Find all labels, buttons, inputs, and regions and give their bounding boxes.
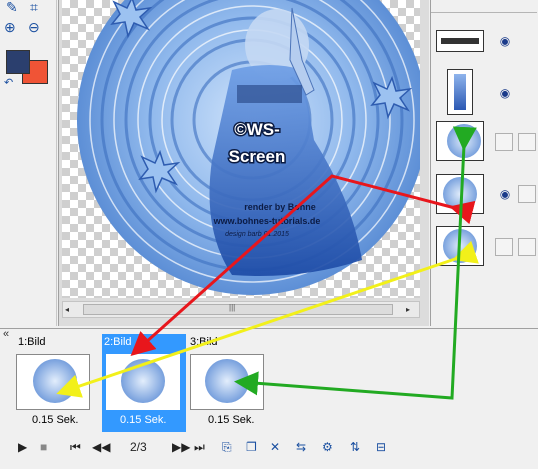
layer-lock-checkbox[interactable] [518, 238, 536, 256]
frame-item-2-selected[interactable]: 2:Bild 0.15 Sek. [102, 334, 186, 432]
frame-delay: 0.15 Sek. [32, 414, 79, 426]
frame-label: 1:Bild [18, 336, 46, 348]
toolbox: ✎ ⌗ ⊕ ⊖ ↶ [0, 0, 57, 326]
frame-thumbnail [190, 354, 264, 410]
layer-visibility-checkbox[interactable] [495, 238, 513, 256]
stop-icon[interactable]: ■ [40, 440, 47, 454]
layer-visibility-checkbox[interactable] [495, 133, 513, 151]
panel-collapse-icon[interactable]: « [3, 328, 9, 340]
horizontal-scrollbar[interactable]: ◂ ||| ▸ [62, 301, 420, 318]
eye-icon[interactable]: ◉ [497, 86, 513, 100]
frame-preview-circle [33, 359, 77, 403]
canvas-artwork: ©WS- Screen render by Bohne www.bohnes-t… [77, 0, 420, 295]
duplicate-frame-icon[interactable]: ❐ [246, 440, 257, 454]
frame-thumbnail [106, 354, 180, 410]
frame-delay: 0.15 Sek. [120, 414, 167, 426]
frame-thumbnail [16, 354, 90, 410]
layer-thumb-text[interactable] [436, 30, 484, 52]
tween-icon[interactable]: ⇆ [296, 440, 306, 454]
frame-counter: 2/3 [130, 440, 147, 454]
credit-line3: design barb 01.2015 [225, 231, 289, 238]
text-layer-preview [441, 38, 479, 44]
frame-preview-circle [121, 359, 165, 403]
frame-label: 3:Bild [190, 336, 218, 348]
frame1-layer-preview [447, 124, 481, 158]
eye-icon[interactable]: ◉ [497, 34, 513, 48]
layer-lock-checkbox[interactable] [518, 133, 536, 151]
frame-label: 2:Bild [104, 336, 132, 348]
layers-divider [431, 12, 537, 13]
image-canvas[interactable]: ©WS- Screen render by Bohne www.bohnes-t… [62, 0, 420, 298]
swap-colors-icon[interactable]: ↶ [4, 76, 13, 90]
frame2-layer-preview [443, 177, 477, 211]
layer-thumb-figure[interactable] [447, 69, 473, 115]
first-frame-icon[interactable]: ⏮ [70, 440, 81, 454]
credit-line2: www.bohnes-tutorials.de [213, 216, 321, 226]
watermark-line2: Screen [229, 147, 286, 166]
layer-lock-checkbox[interactable] [518, 185, 536, 203]
credit-line1: render by Bohne [244, 202, 316, 212]
layer-thumb-frame2[interactable] [436, 174, 484, 214]
eye-icon[interactable]: ◉ [497, 187, 513, 201]
scrollbar-grip: ||| [229, 303, 236, 312]
previous-frame-icon[interactable]: ◀◀ [92, 440, 110, 454]
frame-delay: 0.15 Sek. [208, 414, 255, 426]
reverse-frames-icon[interactable]: ⇅ [350, 440, 360, 454]
frame-properties-icon[interactable]: ⚙ [322, 440, 333, 454]
figure-layer-preview [454, 74, 466, 110]
frame-preview-circle [205, 359, 249, 403]
layer-thumb-frame1[interactable] [436, 121, 484, 161]
layer-thumb-frame3[interactable] [436, 226, 484, 266]
last-frame-icon[interactable]: ⏭ [194, 440, 205, 454]
play-icon[interactable]: ▶ [18, 440, 27, 454]
pen-tool-icon[interactable]: ✎ [6, 0, 18, 14]
next-frame-icon[interactable]: ▶▶ [172, 440, 190, 454]
crop-tool-icon[interactable]: ⌗ [30, 0, 38, 14]
delete-frame-icon[interactable]: ✕ [270, 440, 280, 454]
zoom-in-icon[interactable]: ⊕ [4, 20, 16, 34]
foreground-color-swatch-top[interactable] [6, 50, 30, 74]
scroll-right-arrow-icon[interactable]: ▸ [406, 304, 416, 315]
new-frame-icon[interactable]: ⎘ [222, 440, 232, 454]
frame3-layer-preview [443, 229, 477, 263]
scrollbar-thumb[interactable]: ||| [83, 303, 393, 315]
scroll-left-arrow-icon[interactable]: ◂ [65, 304, 75, 315]
export-icon[interactable]: ⊟ [376, 440, 386, 454]
watermark-line1: ©WS- [234, 120, 280, 139]
frame-item-1[interactable]: 1:Bild 0.15 Sek. [16, 334, 102, 430]
zoom-out-icon[interactable]: ⊖ [28, 20, 40, 34]
frame-item-3[interactable]: 3:Bild 0.15 Sek. [188, 334, 274, 430]
